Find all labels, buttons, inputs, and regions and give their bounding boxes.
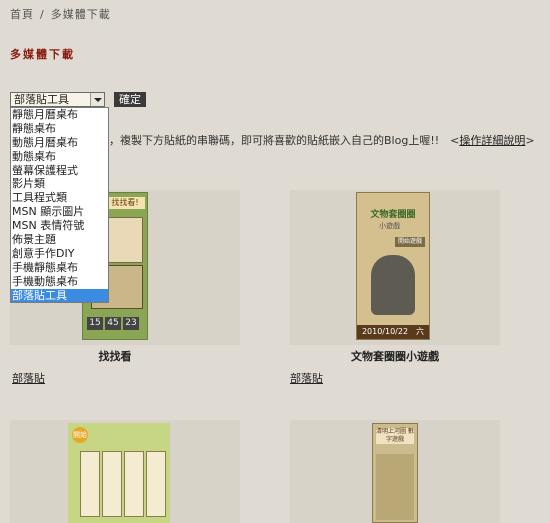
- item-category-link[interactable]: 部落貼: [12, 370, 45, 386]
- dropdown-option[interactable]: MSN 顯示圖片: [11, 205, 108, 219]
- page-title: 多媒體下載: [10, 48, 75, 61]
- confirm-button[interactable]: 確定: [114, 92, 146, 107]
- slot-reel: [124, 451, 144, 517]
- artifact-ring-game-thumbnail[interactable]: 文物套圈圈 小遊戲 開始遊戲 2010/10/22 六: [356, 192, 430, 340]
- scroll-painting-image: [376, 454, 414, 520]
- dropdown-option[interactable]: 靜態桌布: [11, 122, 108, 136]
- dropdown-option[interactable]: 螢幕保護程式: [11, 164, 108, 178]
- slot-reel: [146, 451, 166, 517]
- category-select[interactable]: 部落貼工具: [10, 92, 105, 107]
- breadcrumb-separator: /: [40, 8, 45, 21]
- dropdown-option[interactable]: 靜態月曆桌布: [11, 108, 108, 122]
- dropdown-option[interactable]: 手機靜態桌布: [11, 261, 108, 275]
- dropdown-option[interactable]: 動態桌布: [11, 150, 108, 164]
- item-category-link[interactable]: 部落貼: [290, 370, 323, 386]
- instructions-body: 紙，複製下方貼紙的串聯碼，即可將喜歡的貼紙嵌入自己的Blog上喔!! <: [98, 134, 460, 147]
- dropdown-option[interactable]: 手機動態桌布: [11, 275, 108, 289]
- clock-display: 15 45 23: [87, 315, 145, 330]
- dropdown-option[interactable]: 佈景主題: [11, 233, 108, 247]
- breadcrumb: 首頁 / 多媒體下載: [10, 6, 111, 22]
- start-badge: 開始: [72, 427, 88, 443]
- dropdown-option[interactable]: 創意手作DIY: [11, 247, 108, 261]
- item-caption: 文物套圈圈小遊戲: [351, 350, 439, 363]
- slot-game-thumbnail[interactable]: 開始: [68, 423, 170, 523]
- item-caption: 找找看: [98, 350, 132, 363]
- breadcrumb-current: 多媒體下載: [50, 8, 111, 21]
- clock-minutes: 45: [105, 317, 121, 330]
- widget-title: 清明上河圖 數字遊戲: [376, 428, 414, 444]
- breadcrumb-home-link[interactable]: 首頁: [10, 8, 34, 21]
- dropdown-option-selected[interactable]: 部落貼工具: [11, 288, 108, 303]
- clock-seconds: 23: [123, 317, 139, 330]
- widget-date: 2010/10/22 六: [357, 325, 429, 339]
- dropdown-option[interactable]: 工具程式類: [11, 191, 108, 205]
- instructions-suffix: >: [525, 134, 535, 147]
- start-game-button: 開始遊戲: [395, 237, 425, 247]
- instructions-detail-link[interactable]: 操作詳細說明: [459, 134, 525, 147]
- widget-title: 文物套圈圈: [370, 210, 416, 220]
- widget-subtitle: 小遊戲: [379, 222, 400, 230]
- instructions-text: 紙，複製下方貼紙的串聯碼，即可將喜歡的貼紙嵌入自己的Blog上喔!! <操作詳細…: [98, 132, 535, 148]
- slot-reel: [102, 451, 122, 517]
- dropdown-option[interactable]: 動態月曆桌布: [11, 136, 108, 150]
- river-scroll-game-thumbnail[interactable]: 清明上河圖 數字遊戲: [372, 423, 418, 523]
- artifact-figure-image: [371, 255, 415, 315]
- category-dropdown-list[interactable]: 靜態月曆桌布 靜態桌布 動態月曆桌布 動態桌布 螢幕保護程式 影片類 工具程式類…: [10, 107, 109, 303]
- dropdown-option[interactable]: 影片類: [11, 177, 108, 191]
- chevron-down-icon[interactable]: [90, 93, 104, 106]
- widget-title: 找找看!: [105, 197, 145, 209]
- slot-reel: [80, 451, 100, 517]
- category-select-value: 部落貼工具: [14, 93, 69, 106]
- clock-hours: 15: [87, 317, 103, 330]
- dropdown-option[interactable]: MSN 表情符號: [11, 219, 108, 233]
